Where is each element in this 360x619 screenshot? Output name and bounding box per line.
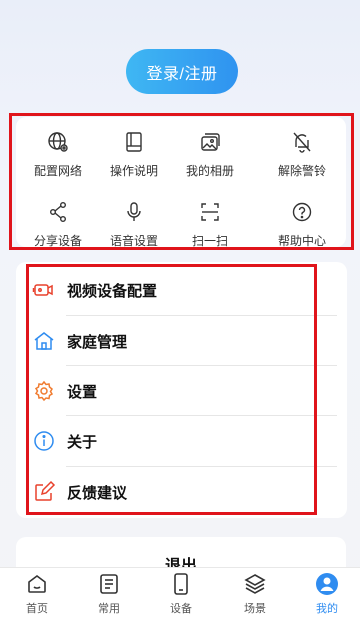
microphone-icon <box>127 202 141 221</box>
quick-action-label: 扫一扫 <box>191 234 228 248</box>
info-icon <box>34 431 54 451</box>
tab-label: 常用 <box>98 602 120 615</box>
list-tab-icon <box>100 574 118 594</box>
tab-mine[interactable]: 我的 <box>297 572 357 618</box>
login-register-button[interactable]: 登录/注册 <box>126 49 238 94</box>
quick-action-label: 分享设备 <box>33 234 82 248</box>
quick-action-label: 帮助中心 <box>277 234 326 248</box>
quick-actions-card: 配置网络 操作说明 我的相册 解除警铃 分享设备 语音设置 扫一扫 帮助中心 <box>16 117 347 248</box>
tab-label: 场景 <box>244 602 266 615</box>
help-icon <box>292 202 312 222</box>
feedback-icon <box>35 480 56 501</box>
home-tab-icon <box>28 575 46 593</box>
quick-action-help-center[interactable]: 帮助中心 <box>257 199 347 251</box>
menu-item-label: 设置 <box>67 382 98 401</box>
book-icon <box>126 132 142 152</box>
home-icon <box>34 332 54 350</box>
menu-item-about[interactable]: 关于 <box>16 416 347 466</box>
quick-action-label: 配置网络 <box>33 164 82 178</box>
profile-tab-icon <box>316 573 338 595</box>
bottom-tab-bar: 首页 常用 设备 场景 我的 <box>0 567 360 619</box>
menu-item-label: 视频设备配置 <box>67 281 158 300</box>
layers-tab-icon <box>244 574 266 594</box>
bell-off-icon <box>293 132 311 153</box>
menu-item-family-management[interactable]: 家庭管理 <box>16 316 347 366</box>
tab-devices[interactable]: 设备 <box>151 572 211 618</box>
quick-action-label: 我的相册 <box>185 164 234 178</box>
video-device-icon <box>32 284 53 296</box>
quick-action-label: 语音设置 <box>109 234 158 248</box>
album-icon <box>201 133 220 151</box>
tab-label: 我的 <box>316 602 338 615</box>
menu-card: 视频设备配置 家庭管理 设置 关于 反馈建议 <box>16 262 347 518</box>
menu-item-settings[interactable]: 设置 <box>16 366 347 416</box>
device-tab-icon <box>174 573 188 595</box>
tab-home[interactable]: 首页 <box>7 572 67 618</box>
share-icon <box>49 202 66 223</box>
quick-action-label: 操作说明 <box>109 164 158 178</box>
tab-common[interactable]: 常用 <box>79 572 139 618</box>
globe-gear-icon <box>48 132 68 152</box>
menu-item-feedback[interactable]: 反馈建议 <box>16 467 347 517</box>
menu-item-label: 家庭管理 <box>67 332 128 351</box>
settings-gear-icon <box>34 380 54 402</box>
tab-label: 设备 <box>170 602 192 615</box>
tab-label: 首页 <box>26 602 48 615</box>
quick-action-scan[interactable]: 扫一扫 <box>165 199 255 251</box>
menu-item-video-device-config[interactable]: 视频设备配置 <box>16 265 347 315</box>
scan-icon <box>201 203 219 221</box>
quick-action-album[interactable]: 我的相册 <box>165 129 255 181</box>
menu-item-label: 关于 <box>67 432 98 451</box>
quick-action-disarm-alarm[interactable]: 解除警铃 <box>257 129 347 181</box>
menu-item-label: 反馈建议 <box>67 483 128 502</box>
quick-action-label: 解除警铃 <box>277 164 326 178</box>
tab-scenes[interactable]: 场景 <box>225 572 285 618</box>
